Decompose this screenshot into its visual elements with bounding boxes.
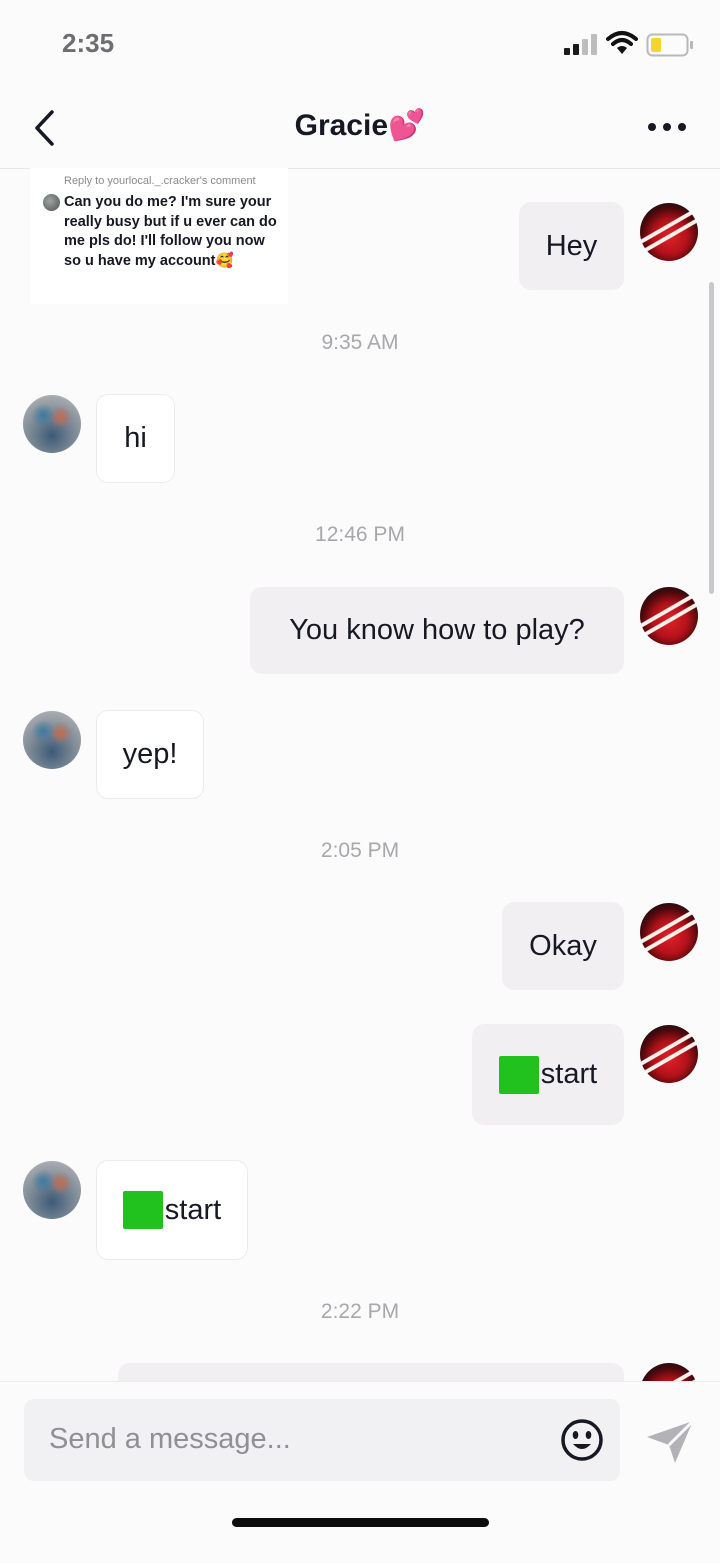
my-avatar[interactable]	[640, 587, 698, 645]
outgoing-message[interactable]: start	[472, 1024, 624, 1125]
chat-header: Gracie💕	[0, 90, 720, 169]
green-square-icon	[122, 1191, 163, 1229]
status-time: 2:35	[62, 28, 115, 58]
reply-avatar	[43, 194, 60, 211]
incoming-message[interactable]: yep!	[96, 710, 204, 799]
message-text: start	[540, 1058, 598, 1090]
contact-avatar[interactable]	[23, 711, 81, 769]
message-input[interactable]: Send a message...	[24, 1399, 620, 1481]
outgoing-message[interactable]: You know how to play?	[250, 587, 624, 674]
message-text: Okay	[529, 929, 597, 962]
reply-label: Reply to yourlocal._.cracker's comment	[64, 175, 256, 187]
chat-title[interactable]: Gracie💕	[0, 108, 720, 143]
my-avatar[interactable]	[640, 203, 698, 261]
status-bar: 2:35	[0, 0, 720, 90]
home-indicator[interactable]	[232, 1518, 489, 1527]
message-text: yep!	[122, 738, 178, 770]
outgoing-message[interactable]: Hey	[519, 202, 624, 290]
my-avatar[interactable]	[640, 1025, 698, 1083]
message-text: You know how to play?	[289, 614, 585, 646]
timestamp: 12:46 PM	[315, 523, 405, 546]
outgoing-message[interactable]: Okay	[502, 902, 624, 990]
cellular-signal-icon	[564, 34, 597, 55]
scrollbar[interactable]	[709, 282, 714, 594]
message-text: hi	[124, 422, 147, 454]
incoming-message[interactable]: start	[96, 1160, 248, 1260]
wifi-icon	[606, 31, 638, 54]
reply-comment-text: Can you do me? I'm sure your really busy…	[64, 194, 277, 269]
smiley-icon[interactable]	[560, 1418, 604, 1462]
incoming-message[interactable]: hi	[96, 394, 175, 483]
message-input-placeholder: Send a message...	[49, 1423, 291, 1455]
reply-comment-card[interactable]: Reply to yourlocal._.cracker's comment C…	[30, 168, 288, 304]
timestamp: 9:35 AM	[321, 331, 399, 354]
contact-avatar[interactable]	[23, 1161, 81, 1219]
message-text: Hey	[545, 229, 598, 262]
timestamp: 2:22 PM	[320, 1300, 400, 1323]
message-composer: Send a message...	[0, 1381, 720, 1563]
timestamp: 2:05 PM	[320, 839, 400, 862]
my-avatar[interactable]	[640, 903, 698, 961]
more-dots-icon[interactable]	[642, 112, 692, 142]
contact-avatar[interactable]	[23, 395, 81, 453]
send-arrow-icon[interactable]	[645, 1419, 695, 1465]
battery-icon	[646, 33, 693, 57]
green-square-icon	[498, 1055, 539, 1094]
message-text: start	[164, 1193, 222, 1226]
